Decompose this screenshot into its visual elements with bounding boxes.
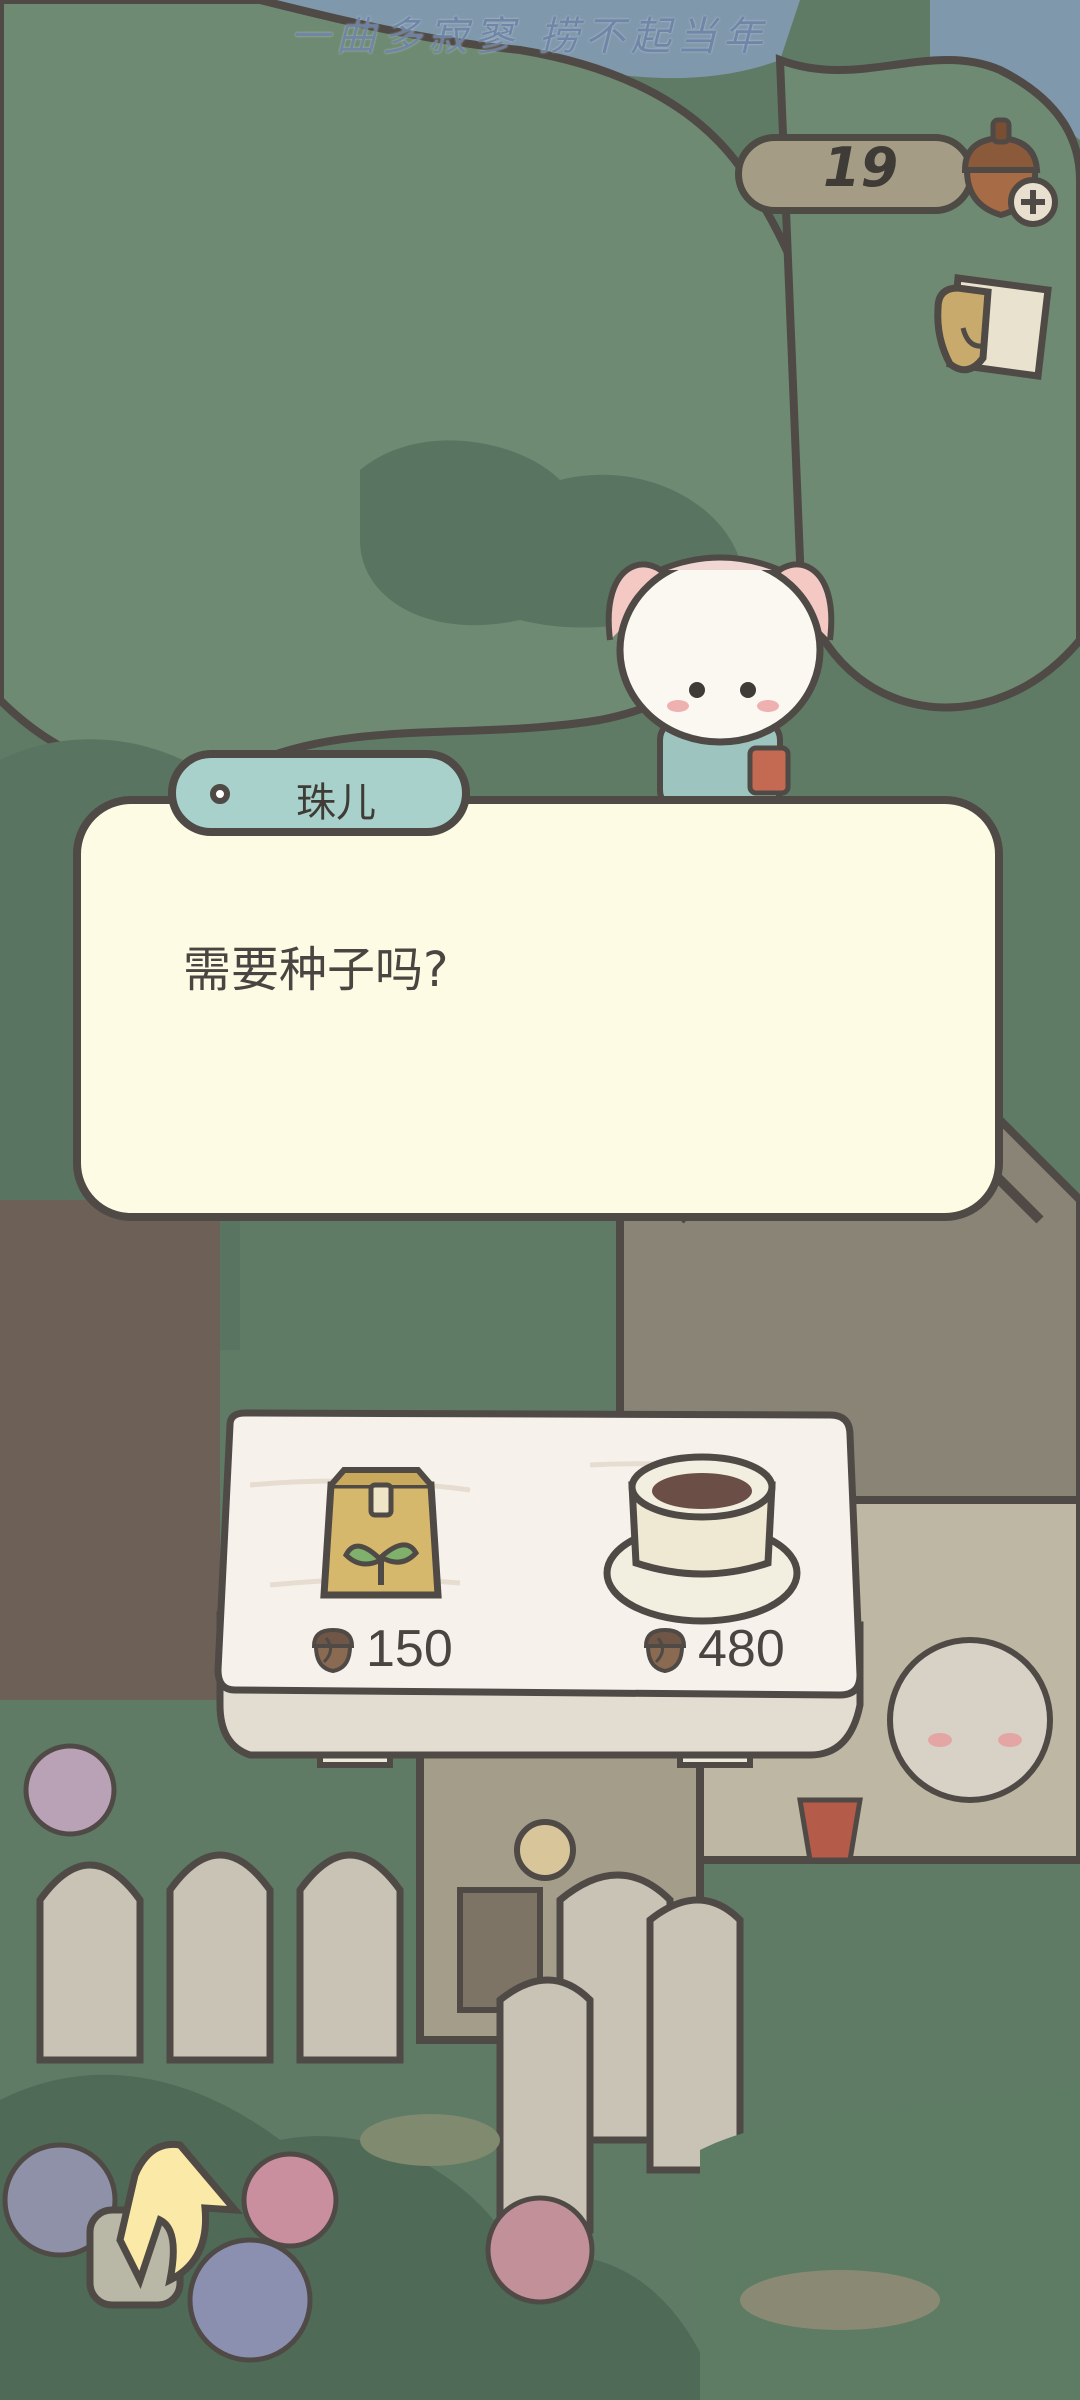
shop-table: 150 480 — [210, 1405, 870, 1775]
shop-item-seed-bag[interactable]: 150 — [270, 1405, 490, 1685]
price-tag: 150 — [310, 1619, 453, 1679]
back-arrow-icon[interactable] — [80, 2130, 250, 2310]
price-tag: 480 — [642, 1619, 785, 1679]
acorn-icon — [311, 1627, 355, 1674]
lyrics-overlay: 一曲多寂寥 捞不起当年 — [290, 4, 769, 62]
dialog-box[interactable]: 需要种子吗? — [73, 796, 1003, 1221]
acorn-counter[interactable]: 19 — [735, 117, 1058, 227]
speaker-nameplate: 珠儿 — [168, 750, 470, 836]
seed-bag-icon — [320, 1467, 442, 1599]
acorn-plus-icon[interactable] — [945, 110, 1065, 230]
shop-item-tea-cup[interactable]: 480 — [602, 1405, 822, 1685]
lyrics-text: 一曲多寂寥 捞不起当年 — [290, 14, 769, 60]
speaker-name: 珠儿 — [296, 780, 376, 826]
tea-cup-icon — [603, 1453, 801, 1625]
price-value: 480 — [698, 1620, 785, 1678]
nameplate-dot-icon — [210, 784, 230, 804]
price-value: 150 — [366, 1620, 453, 1678]
acorn-icon — [643, 1627, 687, 1674]
dialog-message: 需要种子吗? — [183, 942, 449, 998]
acorn-count: 19 — [823, 136, 899, 199]
paper-note-icon[interactable] — [928, 268, 1058, 388]
